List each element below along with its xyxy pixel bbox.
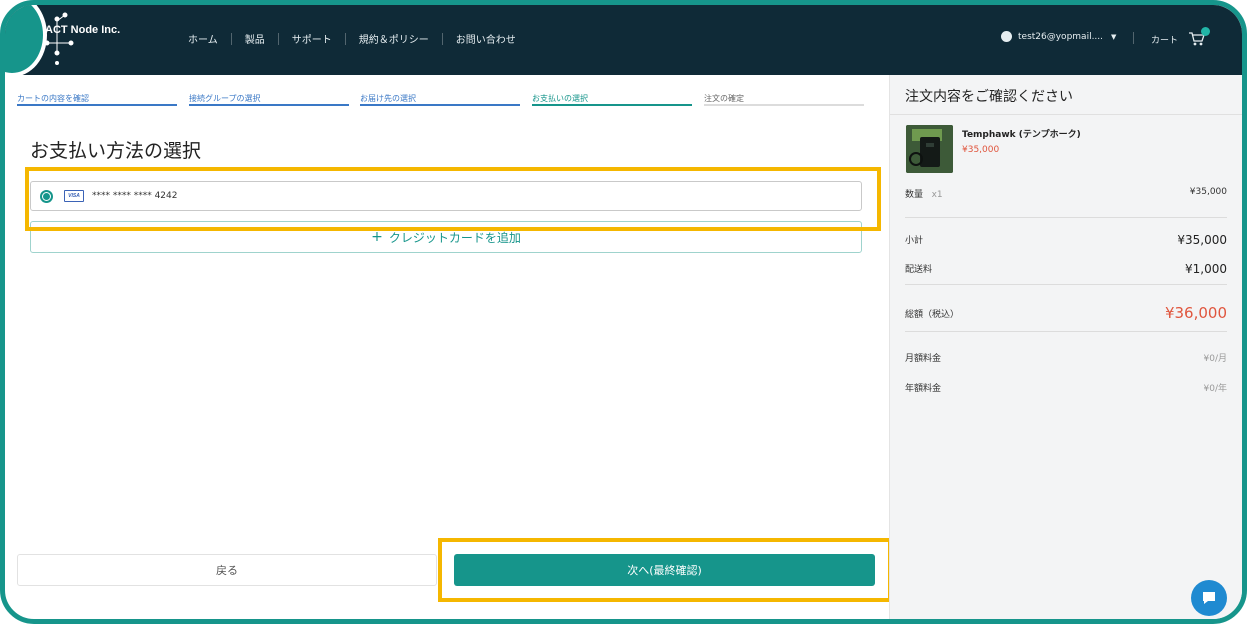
plus-icon: + [371, 229, 383, 245]
yearly-fee-label: 年額料金 [905, 384, 942, 394]
nav-policy[interactable]: 規約＆ポリシー [346, 31, 442, 46]
divider [905, 331, 1227, 332]
nav-contact[interactable]: お問い合わせ [443, 31, 529, 46]
brand-name[interactable]: ACT Node Inc. [45, 24, 120, 36]
main-nav: ホーム 製品 サポート 規約＆ポリシー お問い合わせ [175, 31, 529, 46]
cart-count-badge [1201, 27, 1211, 36]
cart-label: カート [1151, 35, 1179, 46]
page-title: お支払い方法の選択 [30, 140, 202, 162]
yearly-fee-value: ¥0/年 [1203, 384, 1228, 394]
user-email: test26@yopmail.... [1018, 31, 1104, 42]
step-bar [360, 104, 520, 106]
chat-bubble-icon [1203, 592, 1215, 604]
order-summary-panel: 注文内容をご確認ください Temphawk (テンプホーク) ¥35,000 数… [889, 75, 1242, 619]
chevron-down-icon: ▼ [1111, 32, 1117, 41]
quantity-value: x1 [931, 190, 943, 200]
nav-products[interactable]: 製品 [232, 31, 278, 46]
shipping-value: ¥1,000 [1185, 262, 1227, 276]
summary-title: 注文内容をご確認ください [905, 89, 1073, 105]
nav-home[interactable]: ホーム [175, 31, 231, 46]
app-frame: ACT Node Inc. ホーム 製品 サポート 規約＆ポリシー お問い合わせ… [0, 0, 1247, 624]
quantity-label-group: 数量 x1 [905, 187, 943, 200]
step-bar [17, 104, 177, 106]
back-button[interactable]: 戻る [17, 554, 437, 586]
step-group-select[interactable]: 接続グループの選択 [189, 93, 349, 104]
total-value: ¥36,000 [1164, 304, 1227, 322]
top-header: ACT Node Inc. ホーム 製品 サポート 規約＆ポリシー お問い合わせ… [5, 5, 1242, 75]
quantity-row: 数量 x1 ¥35,000 [905, 187, 1227, 200]
step-marker-number: 5 [0, 1, 3, 51]
product-name: Temphawk (テンプホーク) [962, 130, 1081, 140]
product-price: ¥35,000 [962, 145, 1000, 155]
logo-network-icon [44, 12, 74, 65]
quantity-price: ¥35,000 [1189, 187, 1227, 197]
monthly-fee-value: ¥0/月 [1203, 354, 1228, 364]
cart-icon [1188, 27, 1211, 47]
chat-support-button[interactable] [1191, 580, 1227, 616]
step-payment-select: お支払いの選択 [532, 94, 588, 103]
yearly-fee-row: 年額料金 ¥0/年 [905, 381, 1227, 394]
step-order-confirm: 注文の確定 [704, 94, 744, 103]
step-bar-pending [704, 104, 864, 106]
highlight-box-next [438, 538, 892, 602]
total-label: 総額（税込） [905, 309, 960, 320]
add-card-label: クレジットカードを追加 [388, 230, 521, 245]
monthly-fee-label: 月額料金 [905, 354, 942, 364]
divider [890, 114, 1242, 115]
subtotal-row: 小計 ¥35,000 [905, 233, 1227, 247]
divider [905, 217, 1227, 218]
user-avatar-icon [1001, 31, 1012, 42]
step-bar-active [532, 104, 692, 106]
total-row: 総額（税込） ¥36,000 [905, 304, 1227, 322]
monthly-fee-row: 月額料金 ¥0/月 [905, 351, 1227, 364]
subtotal-value: ¥35,000 [1177, 233, 1227, 247]
step-address-select[interactable]: お届け先の選択 [360, 93, 520, 104]
step-bar [189, 104, 349, 106]
subtotal-label: 小計 [905, 236, 924, 246]
highlight-box-card [25, 167, 881, 231]
user-menu[interactable]: test26@yopmail.... ▼ [1001, 31, 1116, 42]
step-cart-review[interactable]: カートの内容を確認 [17, 93, 177, 104]
divider [905, 284, 1227, 285]
shipping-label: 配送料 [905, 265, 933, 275]
nav-support[interactable]: サポート [279, 31, 345, 46]
cart-link[interactable]: カート [1151, 27, 1211, 47]
shipping-row: 配送料 ¥1,000 [905, 262, 1227, 276]
product-thumbnail [906, 125, 953, 173]
quantity-label: 数量 [905, 190, 924, 200]
header-divider [1133, 32, 1134, 44]
